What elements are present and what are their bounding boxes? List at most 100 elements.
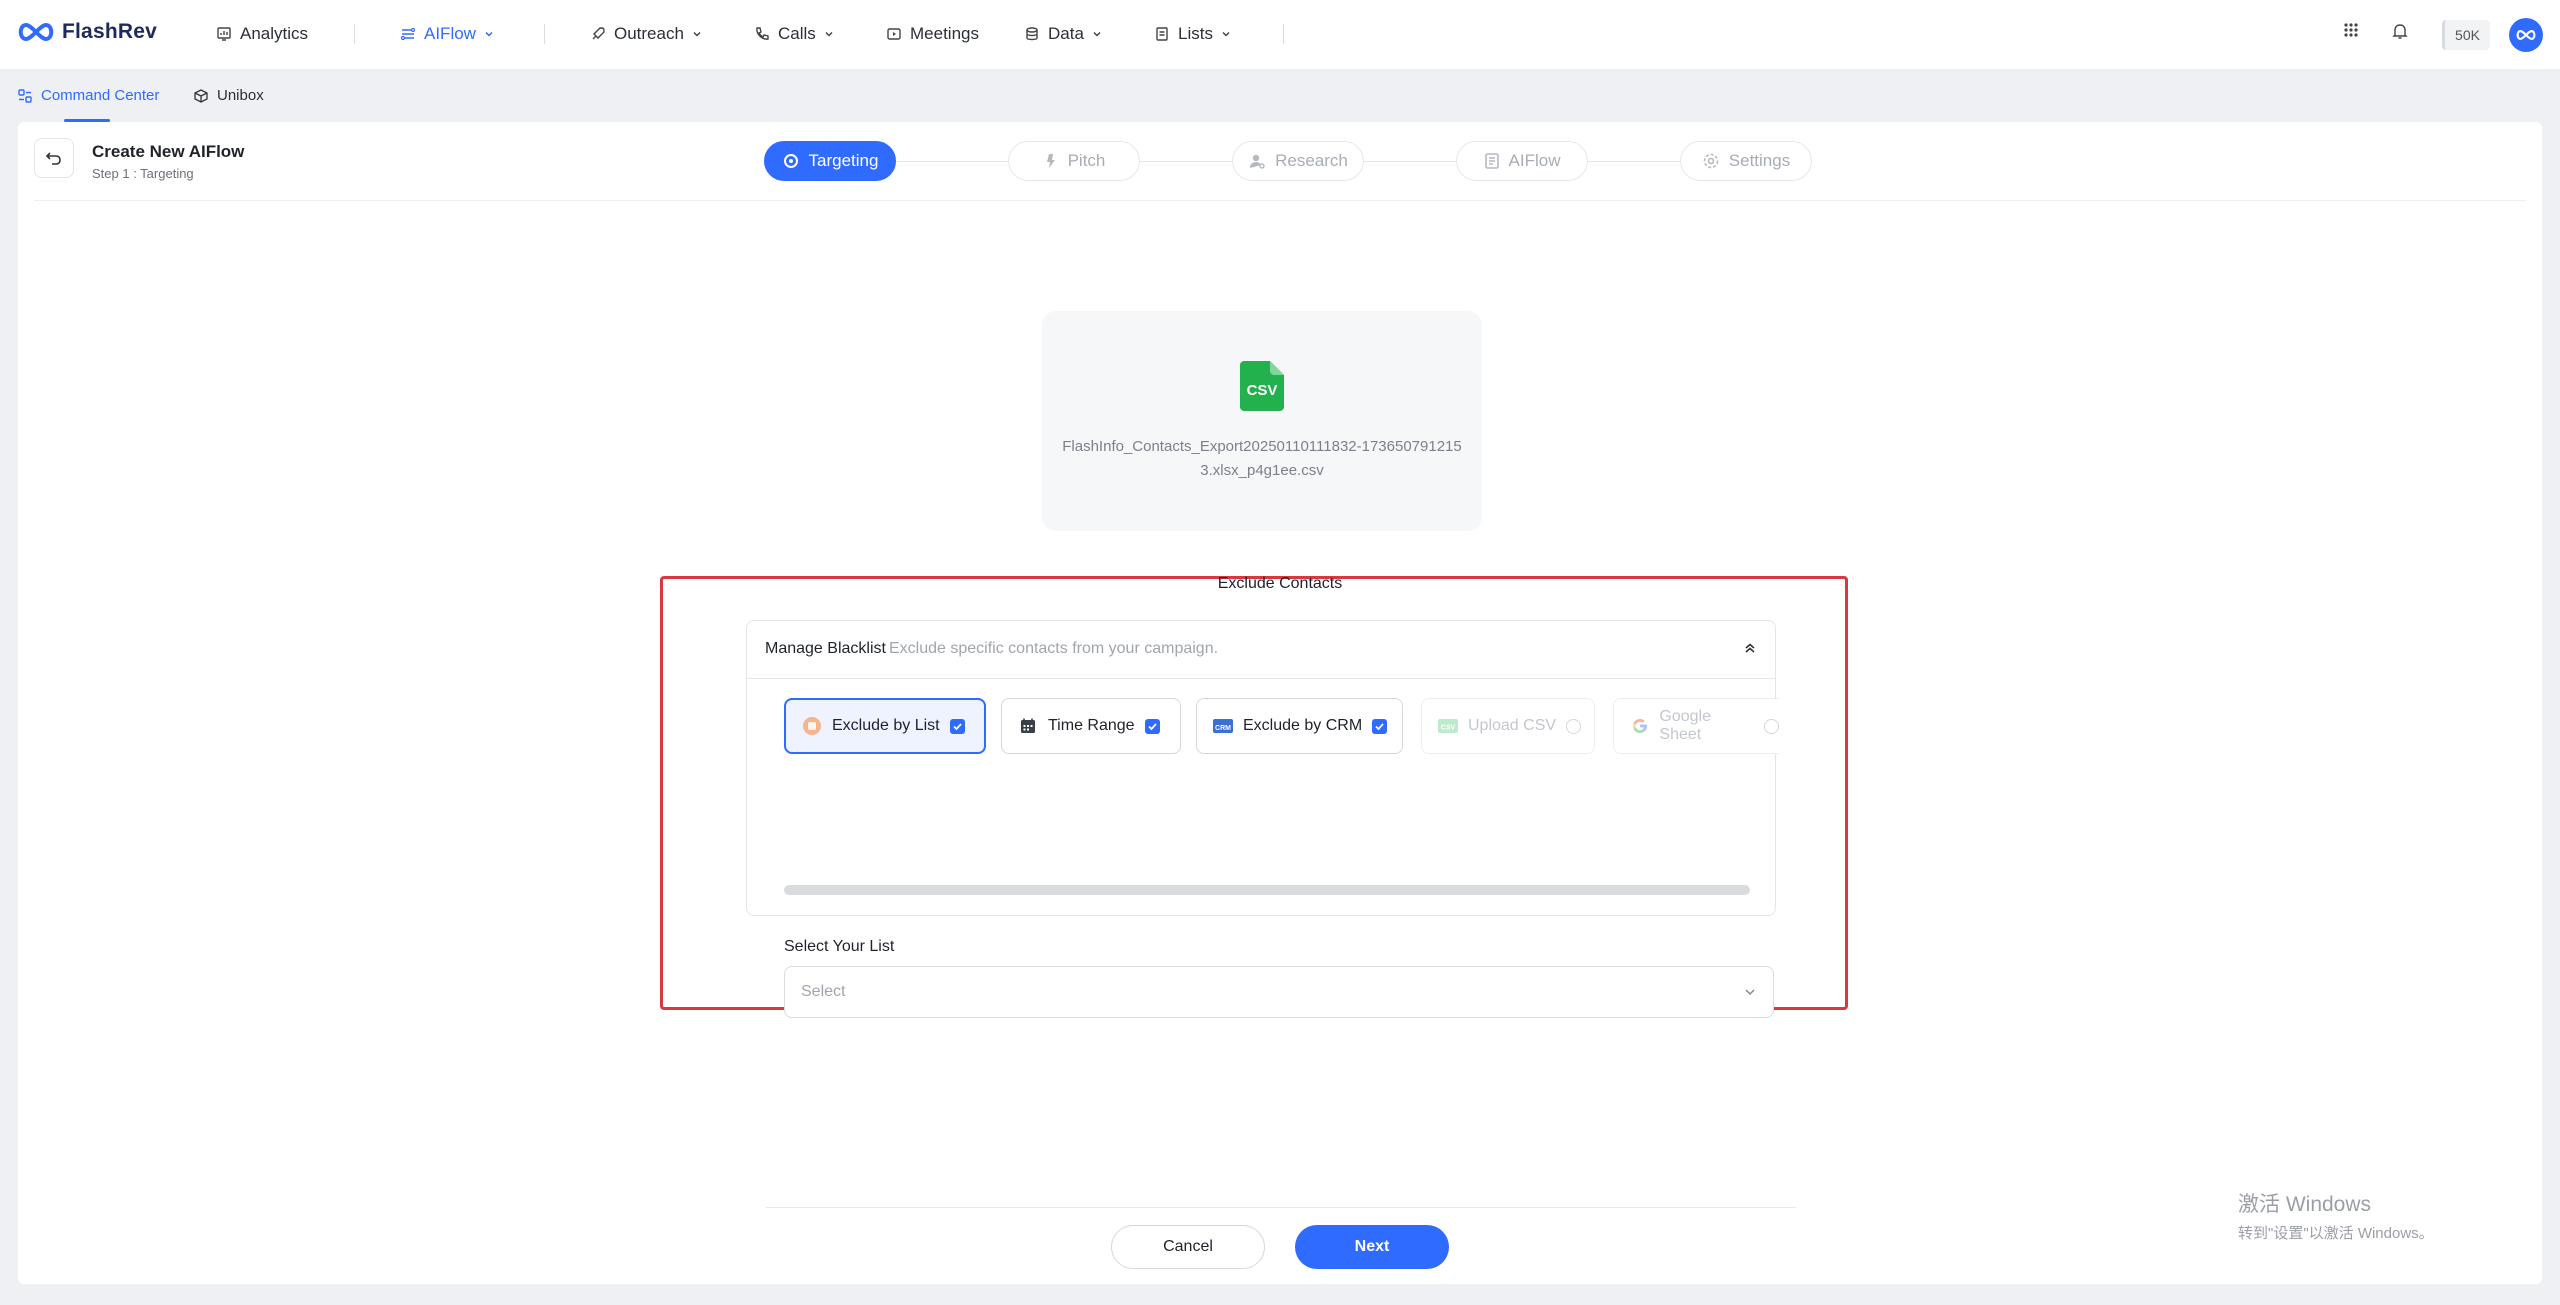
divider <box>544 24 545 44</box>
watermark-line-2: 转到"设置"以激活 Windows。 <box>2238 1225 2434 1242</box>
chevron-down-icon <box>1743 985 1757 1004</box>
checkbox-checked-icon[interactable] <box>949 718 965 734</box>
nav-label: Meetings <box>910 24 979 43</box>
top-navbar: FlashRev Analytics AIFlow Outreach Calls… <box>0 0 2560 70</box>
google-icon <box>1630 716 1649 736</box>
person-search-icon <box>1250 154 1265 169</box>
step-label: Targeting <box>808 151 879 170</box>
list-badge-icon <box>802 716 822 736</box>
step-label: AIFlow <box>1508 151 1561 170</box>
svg-text:CRM: CRM <box>1215 725 1231 732</box>
page-title: Create New AIFlow <box>92 142 245 161</box>
checkbox-unchecked-icon[interactable] <box>1764 718 1779 734</box>
nav-analytics[interactable]: Analytics <box>216 22 308 46</box>
tab-label: Unibox <box>217 87 264 104</box>
nav-label: AIFlow <box>424 24 476 43</box>
flow-icon <box>400 27 416 41</box>
apps-grid-icon[interactable] <box>2343 22 2359 43</box>
divider <box>354 24 355 44</box>
infinity-logo-icon <box>18 22 54 42</box>
back-button[interactable] <box>34 138 74 178</box>
option-exclude-by-crm[interactable]: CRM Exclude by CRM <box>1196 698 1403 754</box>
footer-divider <box>766 1207 1796 1208</box>
header-divider <box>34 200 2526 201</box>
windows-activation-watermark: 激活 Windows 转到"设置"以激活 Windows。 <box>2238 1188 2434 1243</box>
step-label: Pitch <box>1067 151 1106 170</box>
next-button[interactable]: Next <box>1295 1225 1449 1269</box>
brand-logo[interactable]: FlashRev <box>16 20 157 44</box>
nav-data[interactable]: Data <box>1024 22 1102 46</box>
horizontal-scrollbar[interactable] <box>784 885 1750 895</box>
nav-aiflow[interactable]: AIFlow <box>400 22 494 46</box>
option-exclude-by-list[interactable]: Exclude by List <box>784 698 986 754</box>
list-icon <box>1156 27 1168 41</box>
svg-text:CSV: CSV <box>1247 382 1278 399</box>
bell-icon[interactable] <box>2392 22 2408 45</box>
cube-icon <box>194 88 208 103</box>
phone-icon <box>756 27 769 40</box>
calendar-icon <box>1018 716 1038 736</box>
chevron-down-icon <box>485 31 493 37</box>
divider <box>1283 24 1284 44</box>
nav-label: Analytics <box>240 24 309 43</box>
csv-file-icon: CSV <box>1438 716 1458 736</box>
nav-label: Outreach <box>614 24 684 43</box>
blacklist-header[interactable]: Manage Blacklist Exclude specific contac… <box>747 621 1775 679</box>
step-settings[interactable]: Settings <box>1680 141 1812 181</box>
database-icon <box>1026 27 1038 41</box>
credits-badge[interactable]: 50K <box>2442 20 2490 50</box>
gear-icon <box>1703 153 1719 169</box>
blacklist-description: Exclude specific contacts from your camp… <box>889 640 1219 657</box>
tab-unibox[interactable]: Unibox <box>193 87 264 104</box>
crm-icon: CRM <box>1213 716 1233 736</box>
step-targeting[interactable]: Targeting <box>764 141 896 181</box>
video-icon <box>887 28 901 40</box>
step-connector <box>1140 161 1232 162</box>
step-connector <box>1364 161 1456 162</box>
select-list-label: Select Your List <box>784 938 895 955</box>
step-pitch[interactable]: Pitch <box>1008 141 1140 181</box>
step-label: Research <box>1275 151 1348 170</box>
flow-doc-icon <box>1484 153 1499 169</box>
sub-navbar: Command Center Unibox <box>0 71 2560 123</box>
chart-icon <box>217 27 231 41</box>
nav-calls[interactable]: Calls <box>754 22 834 46</box>
target-icon <box>783 154 798 168</box>
command-center-icon <box>18 88 32 103</box>
nav-lists[interactable]: Lists <box>1154 22 1231 46</box>
step-aiflow[interactable]: AIFlow <box>1456 141 1588 181</box>
step-connector <box>1588 161 1680 162</box>
cancel-button[interactable]: Cancel <box>1111 1225 1265 1269</box>
option-label: Time Range <box>1048 717 1135 734</box>
csv-file-icon: CSV <box>1240 361 1284 416</box>
collapse-icon[interactable] <box>1743 641 1757 660</box>
option-label: Exclude by List <box>832 717 940 734</box>
avatar[interactable] <box>2509 18 2543 52</box>
infinity-logo-icon <box>2516 30 2536 40</box>
uploaded-file-tile: CSV FlashInfo_Contacts_Export20250110111… <box>1042 311 1482 531</box>
select-placeholder: Select <box>801 983 846 1000</box>
option-label: Google Sheet <box>1659 708 1711 743</box>
step-label: Settings <box>1728 151 1791 170</box>
nav-meetings[interactable]: Meetings <box>886 22 979 46</box>
tab-command-center[interactable]: Command Center <box>17 87 159 104</box>
option-time-range[interactable]: Time Range <box>1001 698 1181 754</box>
nav-outreach[interactable]: Outreach <box>590 22 702 46</box>
checkbox-checked-icon[interactable] <box>1372 718 1388 734</box>
svg-text:CSV: CSV <box>1441 725 1456 732</box>
list-select-dropdown[interactable]: Select <box>784 966 1774 1018</box>
watermark-line-1: 激活 Windows <box>2238 1193 2372 1216</box>
step-research[interactable]: Research <box>1232 141 1364 181</box>
nav-label: Calls <box>778 24 816 43</box>
nav-label: Data <box>1048 24 1084 43</box>
file-name: FlashInfo_Contacts_Export20250110111832-… <box>1062 438 1462 479</box>
chevron-down-icon <box>693 31 701 37</box>
checkbox-unchecked-icon[interactable] <box>1566 718 1582 734</box>
nav-label: Lists <box>1178 24 1213 43</box>
option-label: Exclude by CRM <box>1243 717 1363 734</box>
option-google-sheet[interactable]: Google Sheet <box>1613 698 1779 754</box>
brand-name: FlashRev <box>62 20 157 43</box>
option-upload-csv[interactable]: CSV Upload CSV <box>1421 698 1595 754</box>
checkbox-checked-icon[interactable] <box>1144 718 1160 734</box>
undo-arrow-icon <box>45 152 61 165</box>
